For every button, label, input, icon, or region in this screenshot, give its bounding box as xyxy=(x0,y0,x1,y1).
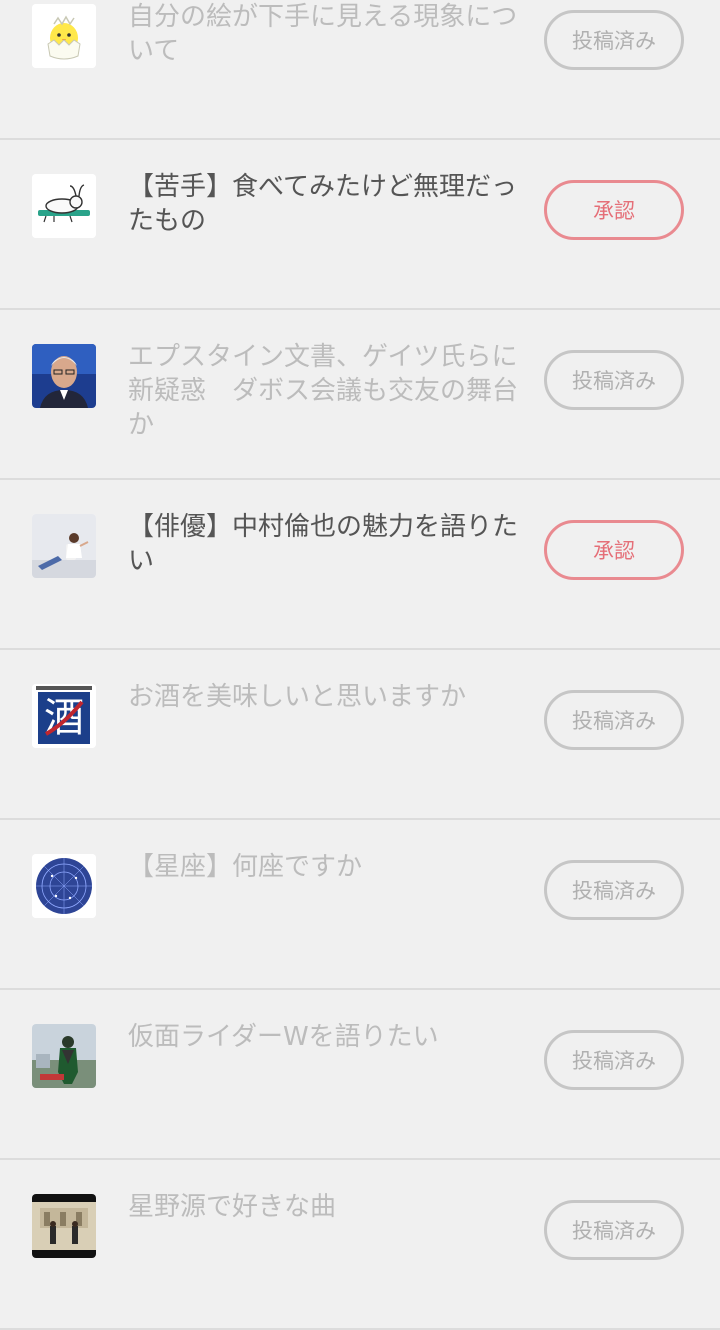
lying-rabbit-icon xyxy=(32,174,96,238)
topic-row[interactable]: 自分の絵が下手に見える現象について 投稿済み xyxy=(0,0,720,140)
topic-title[interactable]: 【苦手】食べてみたけど無理だったもの xyxy=(128,170,534,238)
posted-button[interactable]: 投稿済み xyxy=(544,1030,684,1090)
posted-button[interactable]: 投稿済み xyxy=(544,690,684,750)
man-portrait-photo xyxy=(32,344,96,408)
posted-button[interactable]: 投稿済み xyxy=(544,10,684,70)
chick-egg-icon xyxy=(32,4,96,68)
rider-figure-photo xyxy=(32,1024,96,1088)
sake-kanji-image: 酒 xyxy=(32,684,96,748)
approve-button[interactable]: 承認 xyxy=(544,180,684,240)
svg-text:酒: 酒 xyxy=(44,695,84,741)
actor-photo xyxy=(32,514,96,578)
topic-title[interactable]: 【星座】何座ですか xyxy=(128,850,534,884)
approve-button[interactable]: 承認 xyxy=(544,520,684,580)
topic-row[interactable]: 【俳優】中村倫也の魅力を語りたい 承認 xyxy=(0,480,720,650)
topic-title[interactable]: 仮面ライダーWを語りたい xyxy=(128,1020,534,1054)
music-video-photo xyxy=(32,1194,96,1258)
topic-title[interactable]: 星野源で好きな曲 xyxy=(128,1190,534,1224)
topic-row[interactable]: 酒 お酒を美味しいと思いますか 投稿済み xyxy=(0,650,720,820)
topic-row[interactable]: 仮面ライダーWを語りたい 投稿済み xyxy=(0,990,720,1160)
topic-row[interactable]: 星野源で好きな曲 投稿済み xyxy=(0,1160,720,1330)
topic-title[interactable]: エプスタイン文書、ゲイツ氏らに新疑惑 ダボス会議も交友の舞台か xyxy=(128,340,534,442)
posted-button[interactable]: 投稿済み xyxy=(544,350,684,410)
topic-title[interactable]: お酒を美味しいと思いますか xyxy=(128,680,534,714)
posted-button[interactable]: 投稿済み xyxy=(544,860,684,920)
topic-title[interactable]: 【俳優】中村倫也の魅力を語りたい xyxy=(128,510,534,578)
topic-title[interactable]: 自分の絵が下手に見える現象について xyxy=(128,0,534,68)
topic-row[interactable]: 【星座】何座ですか 投稿済み xyxy=(0,820,720,990)
zodiac-circle-image xyxy=(32,854,96,918)
topic-row[interactable]: エプスタイン文書、ゲイツ氏らに新疑惑 ダボス会議も交友の舞台か 投稿済み xyxy=(0,310,720,480)
posted-button[interactable]: 投稿済み xyxy=(544,1200,684,1260)
topic-row[interactable]: 【苦手】食べてみたけど無理だったもの 承認 xyxy=(0,140,720,310)
